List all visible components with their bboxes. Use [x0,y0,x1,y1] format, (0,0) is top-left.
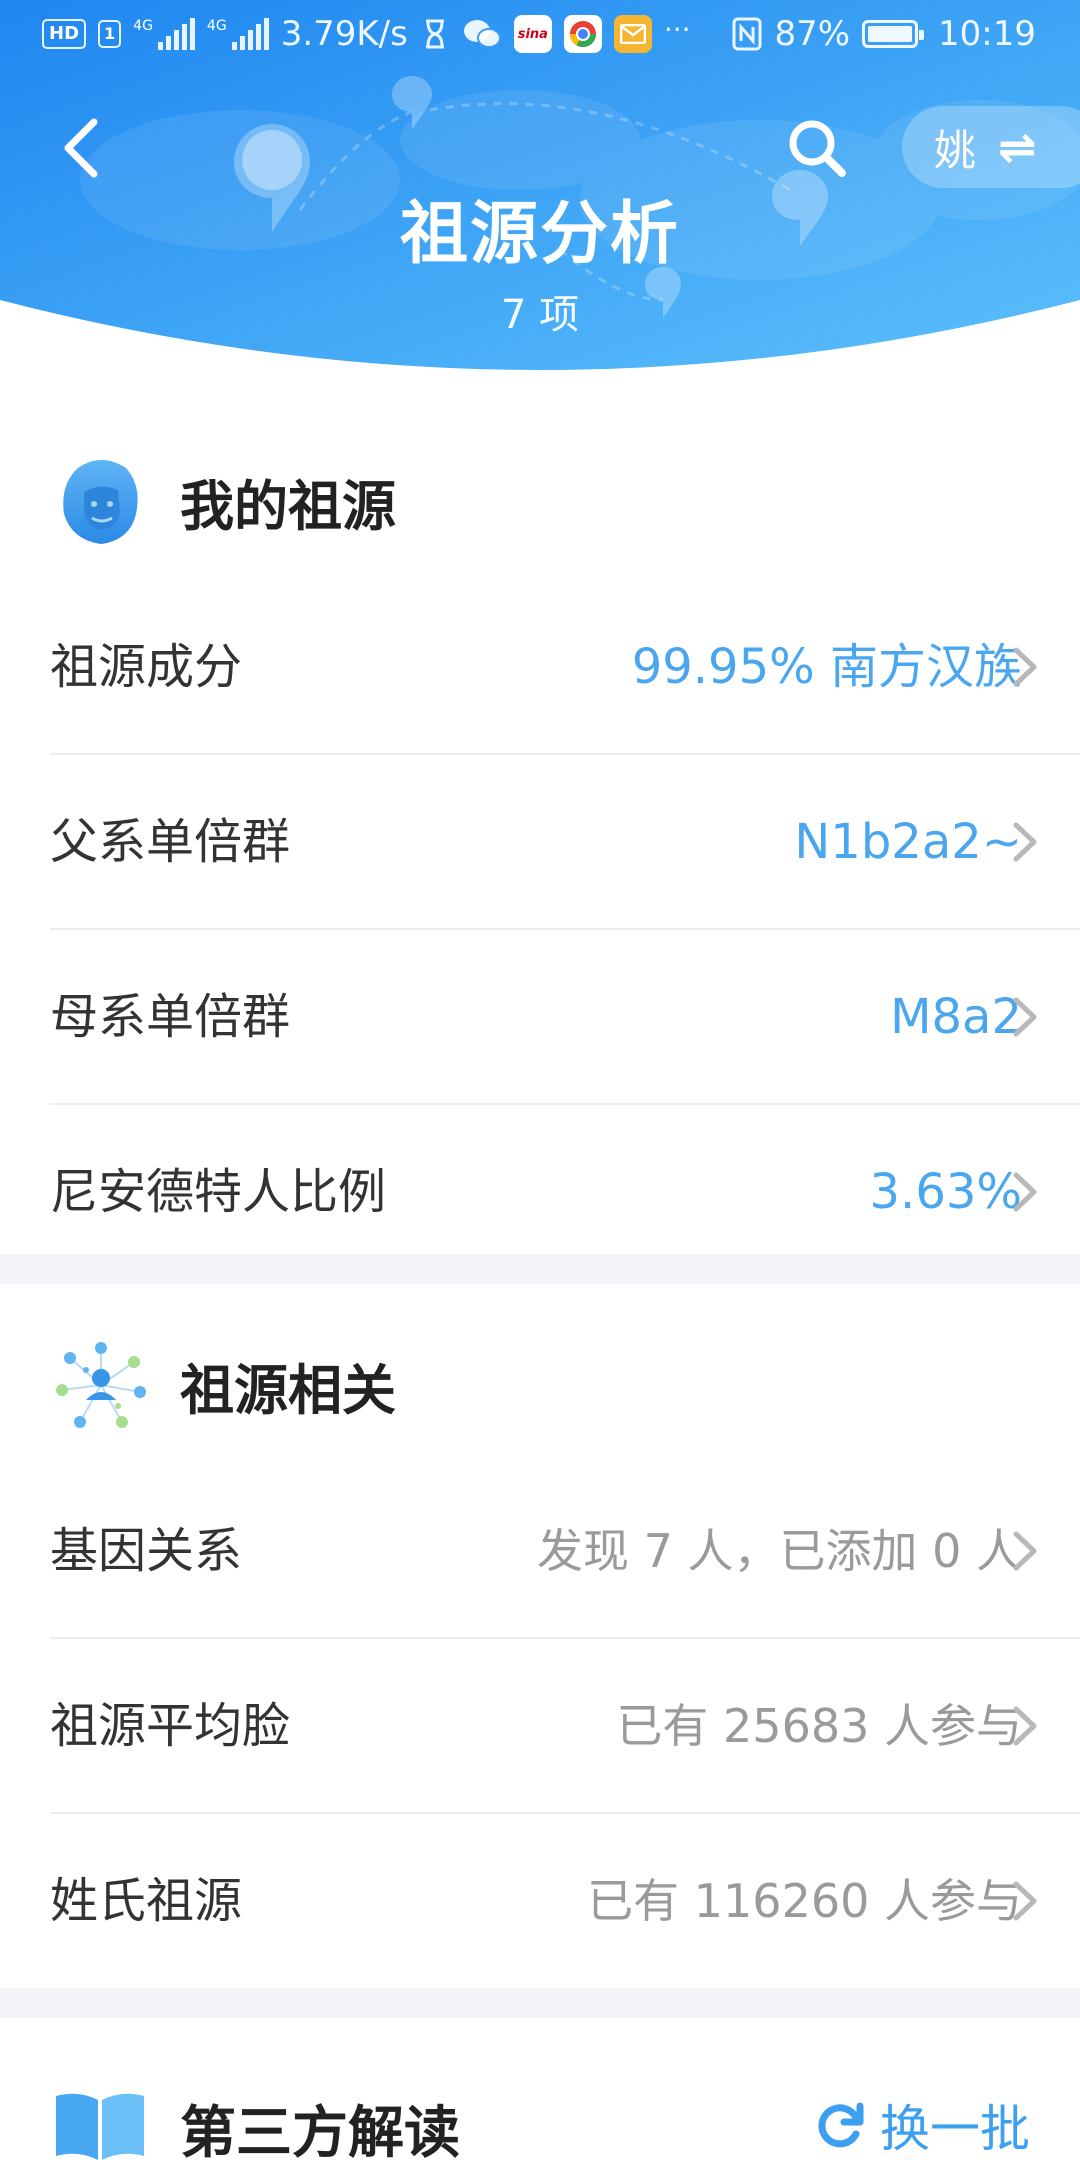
surname-label: 姚 [934,125,977,175]
row-value: 已有 25683 人参与 [616,1699,1022,1753]
nfc-icon [732,17,762,51]
row-value: N1b2a2~ [794,814,1022,870]
ancestor-face-icon [63,460,138,544]
wechat-icon [463,20,501,48]
net-type-label: 4G [206,18,227,34]
chevron-right-icon [1013,822,1037,862]
page-subtitle: 7 项 [500,292,580,338]
list-item-average-face[interactable]: 祖源平均脸 已有 25683 人参与 [50,1639,1080,1814]
section-title: 我的祖源 [180,475,396,538]
chevron-right-icon [1013,1706,1037,1746]
net-type-label: 4G [133,18,153,34]
clock: 10:19 [938,14,1036,54]
row-label: 基因关系 [50,1523,243,1579]
row-label: 母系单倍群 [50,989,291,1045]
search-button[interactable] [782,110,852,186]
list-item-maternal-haplogroup[interactable]: 母系单倍群 M8a2 [50,930,1080,1105]
network-people-icon [56,1342,146,1428]
my-ancestry-header: 我的祖源 [0,400,1080,580]
search-icon [789,120,846,177]
net-speed: 3.79K/s [280,14,408,54]
signal-1-icon: 4G [133,18,195,50]
row-label: 祖源平均脸 [50,1698,291,1754]
signal-2-icon: 4G [207,18,269,50]
hd-indicator: HD [42,19,87,49]
swap-arrows-icon: ⇌ [998,120,1037,174]
list-item-paternal-haplogroup[interactable]: 父系单倍群 N1b2a2~ [50,755,1080,930]
chevron-right-icon [1013,1172,1037,1212]
chevron-right-icon [1013,997,1037,1037]
section-divider [0,1254,1080,1284]
section-title: 第三方解读 [180,2101,460,2160]
row-value: 发现 7 人，已添加 0 人 [536,1524,1022,1578]
chevron-right-icon [1013,1881,1037,1921]
mail-app-icon [613,15,652,53]
row-value: 已有 116260 人参与 [587,1874,1022,1928]
back-button[interactable] [50,110,110,186]
status-bar: HD 1 4G 4G 3.79K/s sina ··· 87% 10:19 [0,0,1080,72]
hourglass-icon [425,19,444,49]
ancestry-related-header: 祖源相关 [0,1284,1080,1464]
battery-percentage: 87% [774,14,851,54]
refresh-icon [818,2102,864,2148]
list-item-genetic-relations[interactable]: 基因关系 发现 7 人，已添加 0 人 [50,1464,1080,1639]
my-ancestry-section: 我的祖源 祖源成分 99.95% 南方汉族 父系单倍群 N1b2a2~ 母系单倍… [0,400,1080,1280]
more-notifications: ··· [663,12,691,46]
chevron-right-icon [1013,1531,1037,1571]
row-value: 99.95% 南方汉族 [631,639,1022,695]
sim-indicator: 1 [98,20,122,48]
header: HD 1 4G 4G 3.79K/s sina ··· 87% 10:19 姚 … [0,0,1080,380]
row-value: M8a2 [890,989,1022,1045]
list-item-ancestry-composition[interactable]: 祖源成分 99.95% 南方汉族 [50,580,1080,755]
chrome-like-app-icon [563,15,602,53]
sina-app-icon: sina [513,15,552,53]
battery-icon [862,20,925,48]
battery-level [868,26,912,42]
refresh-batch-button[interactable]: 换一批 [816,2090,1030,2160]
row-label: 父系单倍群 [50,814,291,870]
surname-switch-button[interactable]: 姚 ⇌ [902,106,1080,188]
open-book-icon [56,2093,144,2160]
section-divider [0,1988,1080,2018]
chevron-right-icon [1013,647,1037,687]
section-title: 祖源相关 [180,1359,396,1422]
list-item-surname-origin[interactable]: 姓氏祖源 已有 116260 人参与 [50,1814,1080,1989]
page-title: 祖源分析 [399,195,680,274]
refresh-label: 换一批 [880,2100,1030,2158]
row-label: 姓氏祖源 [50,1873,243,1929]
row-label: 祖源成分 [50,639,243,695]
ancestry-related-section: 祖源相关 基因关系 发现 7 人，已添加 0 人 祖源平均脸 已有 25683 … [0,1284,1080,1989]
chevron-left-icon [64,118,98,178]
